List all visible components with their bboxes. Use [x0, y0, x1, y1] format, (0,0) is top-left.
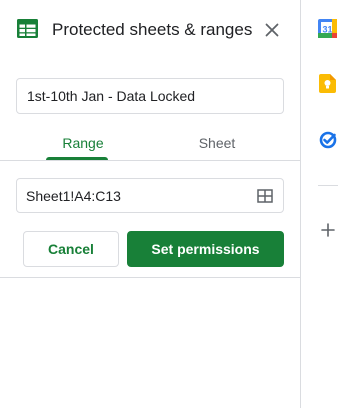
keep-icon[interactable]: [319, 74, 336, 93]
set-permissions-button[interactable]: Set permissions: [127, 231, 284, 267]
select-range-grid-icon[interactable]: [257, 188, 273, 204]
tab-sheet[interactable]: Sheet: [180, 128, 254, 160]
svg-text:31: 31: [322, 25, 332, 35]
description-input[interactable]: [16, 78, 284, 114]
section-divider: [0, 277, 300, 278]
range-field: [16, 178, 284, 213]
sheets-icon: [17, 19, 38, 38]
tasks-icon[interactable]: [319, 131, 337, 149]
side-panel-rail: [301, 0, 353, 408]
cancel-button[interactable]: Cancel: [23, 231, 119, 267]
protected-ranges-panel: Protected sheets & ranges Range Sheet Ca…: [0, 0, 300, 408]
plus-icon[interactable]: [321, 223, 335, 237]
tabs-divider: [0, 160, 300, 161]
rail-divider: [318, 185, 338, 186]
panel-title: Protected sheets & ranges: [52, 20, 253, 39]
panel-header: Protected sheets & ranges: [0, 0, 300, 60]
close-icon[interactable]: [262, 20, 282, 40]
protect-type-tabs: Range Sheet: [0, 128, 300, 160]
tab-range[interactable]: Range: [46, 128, 120, 160]
range-input[interactable]: [17, 179, 247, 212]
calendar-icon[interactable]: 31: [318, 19, 337, 38]
